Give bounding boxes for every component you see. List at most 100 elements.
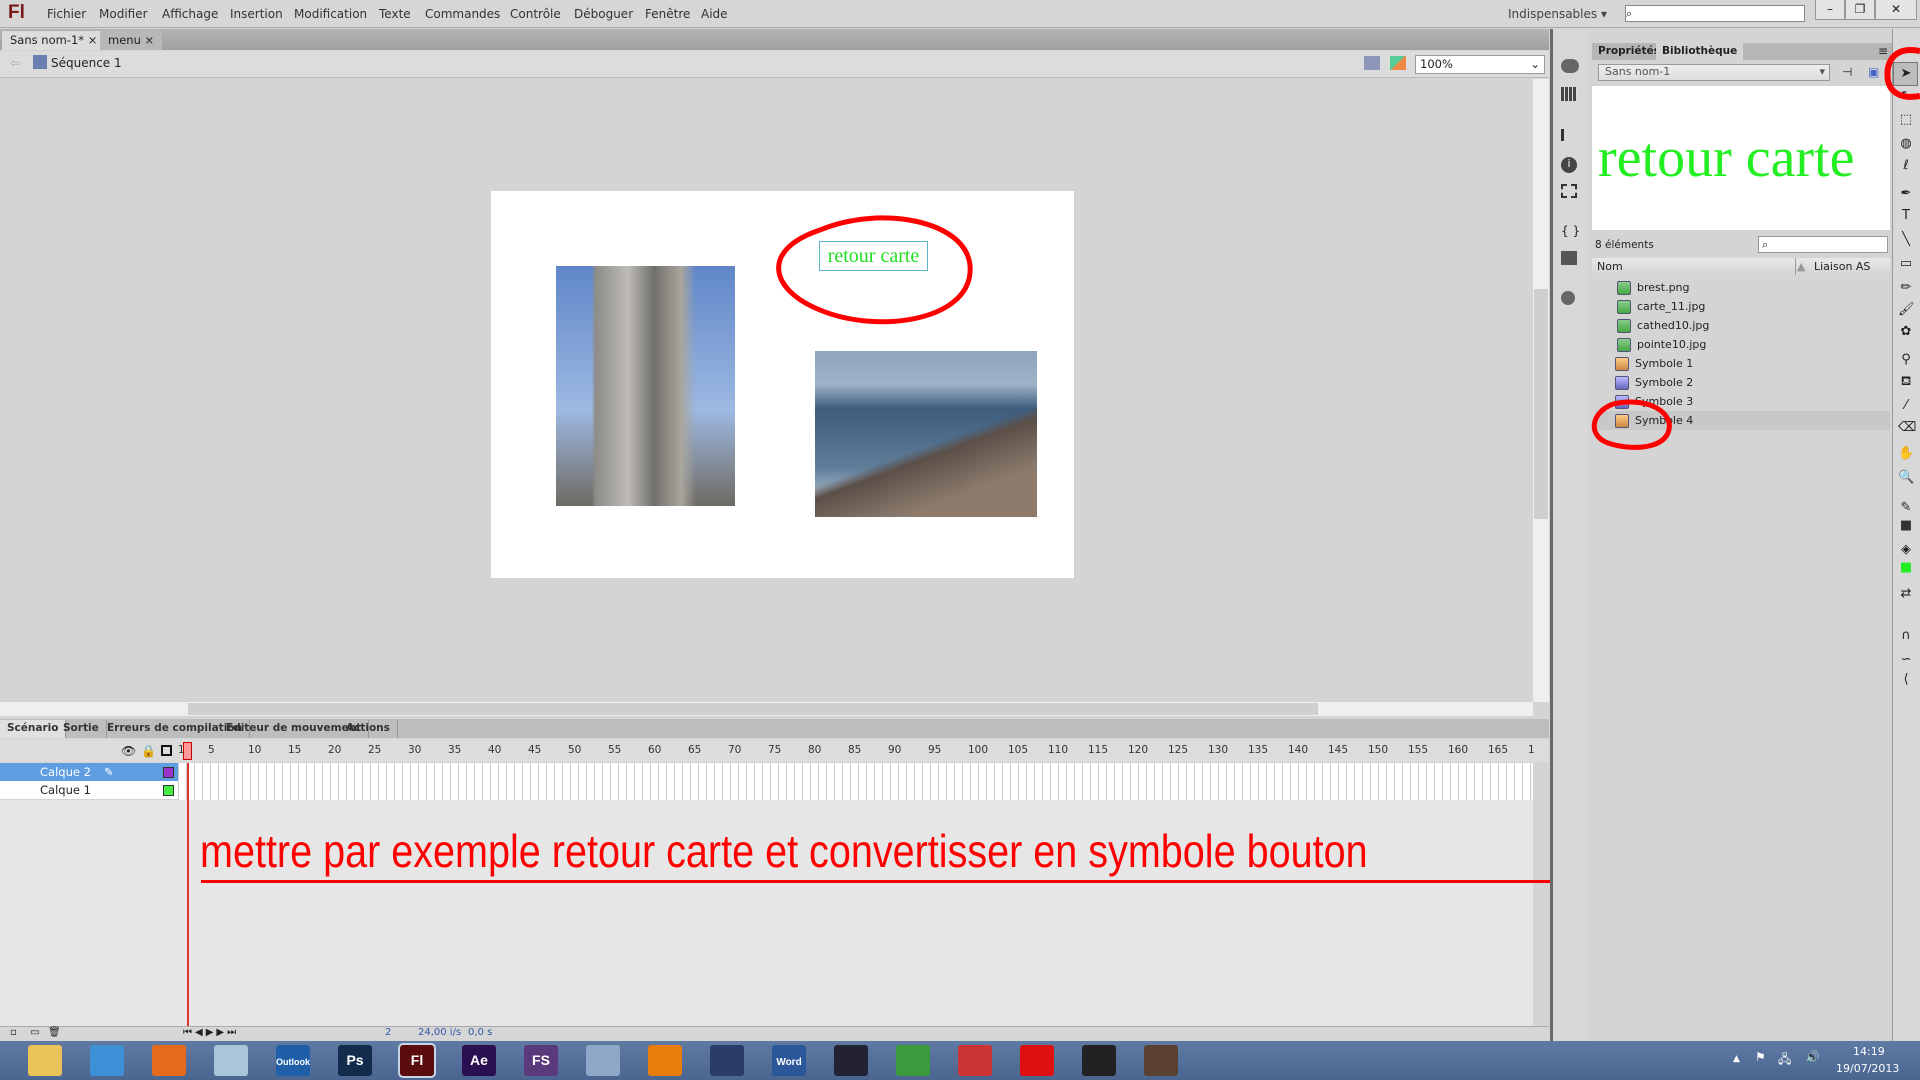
menu-insertion[interactable]: Insertion: [230, 7, 283, 21]
workspace-selector[interactable]: Indispensables ▾: [1508, 7, 1607, 21]
close-tab-icon[interactable]: ×: [88, 33, 98, 47]
text-tool-icon[interactable]: T: [1898, 208, 1914, 224]
library-item[interactable]: Symbole 1: [1595, 354, 1890, 373]
zoom-select[interactable]: 100% ⌄: [1415, 55, 1545, 74]
deco-tool-icon[interactable]: ✿: [1898, 324, 1914, 340]
taskbar-fl-icon[interactable]: Fl: [398, 1043, 436, 1078]
close-tab-icon[interactable]: ×: [145, 33, 155, 47]
outline-icon[interactable]: [161, 745, 172, 756]
close-button[interactable]: ✕: [1875, 0, 1917, 20]
layer-calque-1[interactable]: Calque 1: [0, 781, 178, 799]
back-arrow-icon[interactable]: ⇦: [10, 56, 20, 70]
taskbar-word-icon[interactable]: Word: [772, 1045, 806, 1076]
straighten-icon[interactable]: ⟨: [1898, 672, 1914, 688]
library-document-select[interactable]: Sans nom-1 ▾: [1598, 64, 1830, 81]
library-item[interactable]: Symbole 2: [1595, 373, 1890, 392]
taskbar-opera-icon[interactable]: [1020, 1045, 1054, 1076]
eye-icon[interactable]: 👁: [121, 744, 136, 758]
stroke-swatch[interactable]: ■: [1898, 518, 1914, 534]
library-item[interactable]: carte_11.jpg: [1595, 297, 1890, 316]
fill-color-icon[interactable]: ◈: [1898, 542, 1914, 558]
library-item[interactable]: pointe10.jpg: [1595, 335, 1890, 354]
taskbar-ps-icon[interactable]: Ps: [338, 1045, 372, 1076]
edit-symbols-icon[interactable]: [1390, 56, 1406, 70]
bone-tool-icon[interactable]: ⚲: [1898, 352, 1914, 368]
pen-tool-icon[interactable]: ✒: [1898, 186, 1914, 202]
network-icon[interactable]: 🖧: [1778, 1050, 1791, 1071]
edit-scene-icon[interactable]: [1364, 56, 1380, 70]
taskbar-monitor-icon[interactable]: [1082, 1045, 1116, 1076]
menu-controle[interactable]: Contrôle: [510, 7, 561, 21]
delete-icon[interactable]: 🗑: [48, 1027, 61, 1038]
column-nom[interactable]: Nom: [1597, 258, 1623, 275]
taskbar-cinema4d-icon[interactable]: [710, 1045, 744, 1076]
swap-colors-icon[interactable]: ⇄: [1898, 586, 1914, 602]
fill-swatch[interactable]: ■: [1898, 560, 1914, 576]
restore-button[interactable]: ❐: [1845, 0, 1875, 20]
motion-presets-icon[interactable]: [1561, 291, 1575, 305]
paint-bucket-tool-icon[interactable]: ⛾: [1898, 374, 1914, 390]
clock-date[interactable]: 19/07/2013: [1836, 1062, 1899, 1075]
stroke-color-icon[interactable]: ✎: [1898, 500, 1914, 516]
swatches-icon[interactable]: [1561, 87, 1577, 101]
taskbar-outlook-icon[interactable]: Outlook: [276, 1045, 310, 1076]
column-liaison-as[interactable]: Liaison AS: [1795, 258, 1870, 275]
transform-icon[interactable]: [1561, 184, 1577, 198]
taskbar-fs-icon[interactable]: FS: [524, 1045, 558, 1076]
clock-time[interactable]: 14:19: [1853, 1045, 1885, 1058]
menu-commandes[interactable]: Commandes: [425, 7, 500, 21]
taskbar-notes-icon[interactable]: [214, 1045, 248, 1076]
new-library-icon[interactable]: ▣: [1868, 65, 1879, 79]
taskbar-game-icon[interactable]: [1144, 1045, 1178, 1076]
stage-vertical-scrollbar[interactable]: [1533, 79, 1549, 702]
taskbar-calc-icon[interactable]: [586, 1045, 620, 1076]
cathedral-photo[interactable]: [556, 266, 735, 506]
tab-bibliotheque[interactable]: Bibliothèque: [1656, 43, 1744, 60]
3d-rotation-tool-icon[interactable]: ◍: [1898, 136, 1914, 152]
layer-color[interactable]: [163, 767, 174, 778]
volume-icon[interactable]: 🔊: [1805, 1050, 1820, 1064]
menu-deboguer[interactable]: Déboguer: [574, 7, 633, 21]
free-transform-tool-icon[interactable]: ⬚: [1898, 112, 1914, 128]
lock-icon[interactable]: 🔒: [141, 744, 156, 758]
tab-actions[interactable]: Actions: [339, 720, 398, 738]
lasso-tool-icon[interactable]: ℓ: [1898, 158, 1914, 174]
stage-horizontal-scrollbar[interactable]: [0, 702, 1533, 716]
show-hidden-icons[interactable]: ▲: [1733, 1054, 1740, 1064]
eyedropper-tool-icon[interactable]: ⁄: [1898, 398, 1914, 414]
library-item[interactable]: cathed10.jpg: [1595, 316, 1890, 335]
help-search-input[interactable]: ⌕: [1625, 5, 1805, 22]
pencil-tool-icon[interactable]: ✏: [1898, 280, 1914, 296]
taskbar-explorer-icon[interactable]: [28, 1045, 62, 1076]
smooth-icon[interactable]: ∽: [1898, 652, 1914, 668]
taskbar-app-icon[interactable]: [958, 1045, 992, 1076]
eraser-tool-icon[interactable]: ⌫: [1898, 420, 1916, 436]
hand-tool-icon[interactable]: ✋: [1898, 446, 1914, 462]
zoom-tool-icon[interactable]: 🔍: [1898, 470, 1914, 486]
menu-affichage[interactable]: Affichage: [162, 7, 218, 21]
menu-modification[interactable]: Modification: [294, 7, 367, 21]
library-item[interactable]: brest.png: [1595, 278, 1890, 297]
playback-controls[interactable]: ⏮◀▶▶⏭: [183, 1027, 239, 1038]
taskbar-blender-icon[interactable]: [648, 1045, 682, 1076]
tab-proprietes[interactable]: Propriétés: [1598, 45, 1660, 57]
new-layer-icon[interactable]: ▫: [10, 1027, 17, 1038]
info-icon[interactable]: i: [1561, 157, 1577, 173]
color-palette-icon[interactable]: [1561, 59, 1579, 73]
brush-tool-icon[interactable]: 🖌: [1898, 302, 1915, 318]
taskbar-ie-icon[interactable]: [90, 1045, 124, 1076]
library-search-input[interactable]: ⌕: [1758, 236, 1888, 253]
menu-modifier[interactable]: Modifier: [99, 7, 148, 21]
frame-grid[interactable]: [178, 763, 1533, 800]
new-folder-icon[interactable]: ▭: [30, 1027, 39, 1038]
layer-calque-2[interactable]: Calque 2 ✎: [0, 763, 178, 781]
menu-texte[interactable]: Texte: [379, 7, 411, 21]
taskbar-ae-icon[interactable]: Ae: [462, 1045, 496, 1076]
flag-icon[interactable]: ⚑: [1755, 1050, 1766, 1064]
actions-code-icon[interactable]: { }: [1561, 224, 1580, 238]
rectangle-tool-icon[interactable]: ▭: [1898, 256, 1914, 272]
line-tool-icon[interactable]: ╲: [1898, 232, 1914, 248]
layer-color[interactable]: [163, 785, 174, 796]
menu-fichier[interactable]: Fichier: [47, 7, 86, 21]
snap-icon[interactable]: ∩: [1898, 628, 1914, 644]
